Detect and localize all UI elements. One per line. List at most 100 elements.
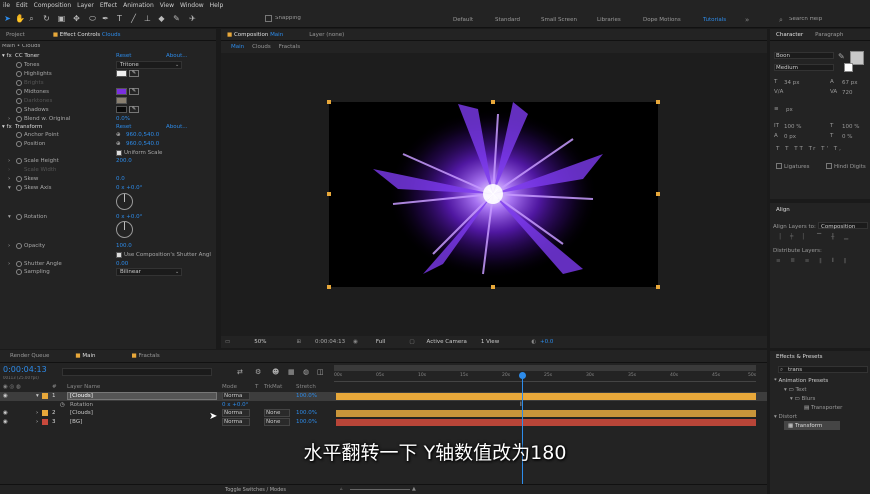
stopwatch-icon[interactable] [16, 185, 22, 191]
rotation-prop-value[interactable]: 0 x +0.0° [222, 402, 248, 408]
selection-tool-icon[interactable]: ➤ [3, 14, 12, 23]
expand-chevron-icon[interactable]: ▾ [36, 393, 39, 399]
distribute-buttons-icon[interactable]: ≡ ≣ ≡ ‖ ⦀ ‖ [776, 258, 851, 265]
view-select[interactable]: 1 View [481, 339, 499, 345]
crumb-main[interactable]: Main [231, 44, 244, 50]
composition-canvas[interactable] [329, 102, 658, 287]
tree-folder-distort[interactable]: ▾ Distort [774, 414, 797, 420]
eyedropper-icon[interactable]: ✎ [129, 70, 139, 77]
stroke-unit[interactable]: px [786, 107, 793, 113]
stopwatch-icon[interactable] [16, 80, 22, 86]
bounding-handle-ml[interactable] [327, 192, 331, 196]
stopwatch-icon[interactable] [16, 243, 22, 249]
search-help-input[interactable]: Search Help [789, 17, 822, 23]
graph-editor-icon[interactable]: ◫ [317, 368, 324, 376]
camera-select[interactable]: Active Camera [427, 339, 467, 345]
stopwatch-icon[interactable]: ◷ [60, 402, 65, 408]
stroke-color-swatch[interactable] [844, 63, 853, 72]
stopwatch-icon[interactable] [16, 158, 22, 164]
use-shutter-checkbox[interactable] [116, 252, 122, 258]
stopwatch-icon[interactable] [16, 141, 22, 147]
time-ruler[interactable]: 00s 05s 10s 15s 20s 25s 30s 35s 40s 45s … [334, 372, 756, 382]
exposure-icon[interactable]: ◐ [531, 339, 536, 345]
crumb-clouds[interactable]: Clouds [252, 44, 271, 50]
opacity-value[interactable]: 100.0 [116, 243, 132, 249]
shadows-swatch[interactable] [116, 106, 127, 113]
work-area-bar[interactable] [334, 365, 756, 371]
menu-window[interactable]: Window [180, 2, 204, 9]
zoom-in-icon[interactable]: ▲ [412, 486, 416, 492]
stopwatch-icon[interactable] [16, 214, 22, 220]
crumb-fractals[interactable]: Fractals [279, 44, 300, 50]
hand-tool-icon[interactable]: ✋ [15, 14, 25, 23]
hindi-digits-checkbox[interactable] [826, 163, 832, 169]
pen-tool-icon[interactable]: ✒ [101, 14, 110, 23]
puppet-tool-icon[interactable]: ✈ [188, 14, 197, 23]
stopwatch-icon[interactable] [16, 62, 22, 68]
layer-name[interactable]: [BG] [70, 419, 82, 425]
menu-effect[interactable]: Effect [100, 2, 117, 9]
workspace-default[interactable]: Default [453, 17, 473, 23]
exposure-value[interactable]: +0.0 [540, 339, 553, 345]
layer-stretch[interactable]: 100.0% [296, 393, 317, 399]
layer-label-color[interactable] [42, 419, 48, 425]
tree-animation-presets[interactable]: * Animation Presets [774, 378, 828, 384]
stopwatch-icon[interactable] [16, 132, 22, 138]
expand-chevron-icon[interactable]: › [36, 410, 38, 416]
tree-folder-blurs[interactable]: ▾ ▭ Blurs [790, 396, 815, 402]
toggle-switches-modes[interactable]: Toggle Switches / Modes [225, 487, 286, 493]
menu-file[interactable]: ile [3, 2, 10, 9]
visibility-eye-icon[interactable]: ◉ [3, 393, 8, 399]
cc-toner-about[interactable]: About... [166, 53, 188, 59]
bounding-handle-mr[interactable] [656, 192, 660, 196]
highlights-swatch[interactable] [116, 70, 127, 77]
col-stretch[interactable]: Stretch [296, 384, 316, 390]
cc-toner-row[interactable]: ▾ fx CC Toner Reset About... [0, 52, 214, 61]
darktones-swatch[interactable] [116, 97, 127, 104]
motion-blur-icon[interactable]: ◍ [303, 368, 309, 376]
stopwatch-icon[interactable] [16, 176, 22, 182]
zoom-tool-icon[interactable]: ⌕ [27, 14, 36, 23]
shutter-angle-value[interactable]: 0.00 [116, 261, 128, 267]
eyedropper-icon[interactable]: ✎ [129, 88, 139, 95]
horizontal-scale-value[interactable]: 100 % [842, 124, 859, 130]
tree-item-transporter[interactable]: ▤ Transporter [804, 405, 842, 411]
workspace-overflow-icon[interactable]: » [745, 16, 749, 24]
region-icon[interactable]: ▢ [409, 339, 414, 345]
tracking-value[interactable]: 720 [842, 90, 853, 96]
tab-render-queue[interactable]: Render Queue [4, 353, 55, 359]
col-layer-name[interactable]: Layer Name [67, 384, 100, 390]
expand-chevron-icon[interactable]: › [36, 419, 38, 425]
layer-bar-2[interactable] [336, 410, 756, 417]
frame-blend-icon[interactable]: ▦ [288, 368, 295, 376]
pan-behind-tool-icon[interactable]: ✥ [72, 14, 81, 23]
skew-axis-dial[interactable] [116, 193, 133, 210]
uniform-scale-checkbox[interactable] [116, 150, 122, 156]
layer-bar-3[interactable] [336, 419, 756, 426]
grid-icon[interactable]: ⊞ [296, 339, 301, 345]
stopwatch-icon[interactable] [16, 98, 22, 104]
eyedropper-icon[interactable]: ✎ [129, 106, 139, 113]
cc-toner-reset[interactable]: Reset [116, 53, 131, 59]
rotation-value[interactable]: 0 x +0.0° [116, 214, 142, 220]
col-mode[interactable]: Mode [222, 384, 237, 390]
transform-about[interactable]: About... [166, 124, 188, 130]
stopwatch-icon[interactable] [16, 71, 22, 77]
eraser-tool-icon[interactable]: ◆ [157, 14, 166, 23]
menu-help[interactable]: Help [210, 2, 224, 9]
baseline-value[interactable]: 0 px [784, 134, 796, 140]
bounding-handle-br[interactable] [656, 285, 660, 289]
shy-icon[interactable]: ☻ [272, 368, 279, 376]
vertical-scale-value[interactable]: 100 % [784, 124, 801, 130]
tab-layer[interactable]: Layer (none) [303, 32, 350, 38]
menu-edit[interactable]: Edit [16, 2, 28, 9]
align-buttons-icon[interactable]: ▕ ╪ ▏ ▔ ╫ ▁ [776, 234, 852, 240]
rotate-tool-icon[interactable]: ↻ [42, 14, 51, 23]
tab-main[interactable]: ■ Main [69, 353, 101, 359]
layer-stretch[interactable]: 100.0% [296, 410, 317, 416]
tree-folder-text[interactable]: ▾ ▭ Text [784, 387, 807, 393]
skew-axis-value[interactable]: 0 x +0.0° [116, 185, 142, 191]
shape-tool-icon[interactable]: ⬭ [88, 14, 97, 23]
playhead-handle[interactable] [519, 372, 526, 379]
crosshair-icon[interactable]: ⊕ [116, 132, 121, 138]
